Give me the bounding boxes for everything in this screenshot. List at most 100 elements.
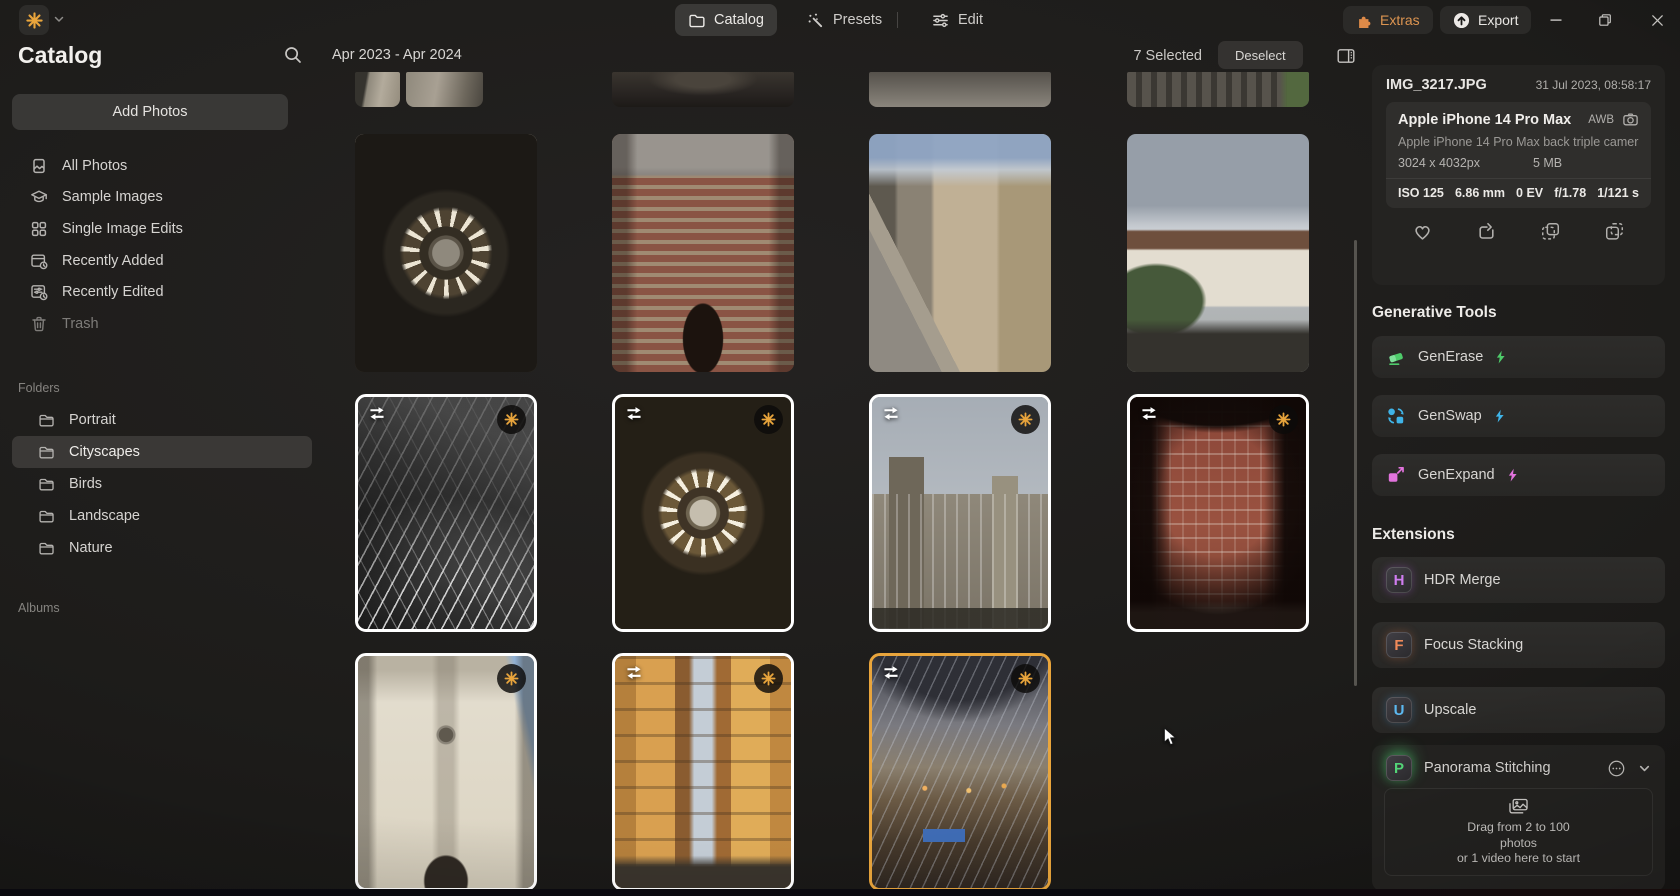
folder-label: Nature (69, 540, 113, 556)
copy-adjustments-icon[interactable] (1540, 221, 1561, 242)
ai-edited-badge-icon (754, 405, 783, 434)
ai-edited-badge-icon (497, 405, 526, 434)
photo-thumbnail[interactable] (869, 72, 1051, 107)
photo-thumbnail[interactable] (1127, 72, 1309, 107)
tab-edit-label: Edit (958, 12, 983, 28)
photo-thumbnail-station-interior-active[interactable] (869, 653, 1051, 891)
tab-edit[interactable]: Edit (919, 4, 996, 36)
tab-catalog[interactable]: Catalog (675, 4, 777, 36)
upscale-button[interactable]: U Upscale (1372, 687, 1665, 733)
photo-thumbnail[interactable] (612, 72, 794, 107)
sidebar-item-trash[interactable]: Trash (12, 308, 308, 340)
folder-item-cityscapes[interactable]: Cityscapes (12, 436, 312, 468)
graduation-cap-icon (30, 188, 48, 206)
panel-toggle-icon[interactable] (1336, 46, 1356, 66)
tab-presets[interactable]: Presets (794, 4, 895, 36)
sync-adjustments-icon[interactable] (1604, 221, 1625, 242)
photo-thumbnail-dome-ceiling[interactable] (355, 134, 537, 372)
ai-edited-badge-icon (1011, 405, 1040, 434)
folder-icon (38, 444, 55, 461)
photo-filename: IMG_3217.JPG (1386, 77, 1487, 93)
search-icon[interactable] (283, 45, 303, 65)
focus-stacking-label: Focus Stacking (1424, 637, 1523, 653)
photos-stack-icon (30, 157, 48, 175)
extras-button[interactable]: Extras (1343, 6, 1433, 34)
folder-icon (38, 412, 55, 429)
favorite-heart-icon[interactable] (1412, 221, 1433, 242)
chevron-down-icon[interactable] (1638, 762, 1651, 775)
sidebar-item-label: Recently Edited (62, 284, 164, 300)
photo-thumbnail-courtyard[interactable] (1127, 394, 1309, 632)
swap-arrows-icon (881, 406, 901, 421)
sidebar-item-recently-added[interactable]: Recently Added (12, 245, 308, 277)
app-logo-button[interactable] (19, 5, 49, 35)
sidebar-item-label: All Photos (62, 158, 127, 174)
close-button[interactable] (1644, 8, 1670, 32)
upscale-label: Upscale (1424, 702, 1476, 718)
swap-arrows-icon (881, 665, 901, 680)
generase-eraser-icon (1386, 347, 1406, 367)
folder-icon (688, 12, 705, 29)
grid-scrollbar[interactable] (1354, 240, 1357, 686)
photo-thumbnail[interactable] (355, 72, 400, 107)
panorama-drop-zone[interactable]: Drag from 2 to 100 photos or 1 video her… (1384, 788, 1653, 876)
restore-window-icon (1598, 13, 1612, 27)
swap-arrows-icon (624, 665, 644, 680)
mouse-cursor (1163, 727, 1178, 746)
minimize-button[interactable] (1543, 8, 1569, 32)
panorama-stitching-card: P Panorama Stitching Drag from 2 to 100 … (1372, 745, 1665, 891)
puzzle-piece-icon (1356, 12, 1372, 28)
extensions-heading: Extensions (1372, 526, 1455, 544)
tab-divider (897, 12, 898, 28)
sidebar-item-label: Recently Added (62, 253, 164, 269)
photo-thumbnail-station-roof-bw[interactable] (355, 394, 537, 632)
folder-item-landscape[interactable]: Landscape (12, 500, 312, 532)
exif-shutter: 1/121 s (1597, 186, 1639, 200)
folder-item-birds[interactable]: Birds (12, 468, 312, 500)
rotate-icon[interactable] (1476, 221, 1497, 242)
photo-thumbnail-cathedral[interactable] (612, 134, 794, 372)
export-button[interactable]: Export (1440, 6, 1531, 34)
bottom-edge-strip (0, 889, 1680, 896)
photo-thumbnail-parliament[interactable] (869, 394, 1051, 632)
deselect-button[interactable]: Deselect (1218, 41, 1303, 69)
genswap-label: GenSwap (1418, 408, 1482, 424)
sidebar-item-all-photos[interactable]: All Photos (12, 150, 308, 182)
sidebar-item-sample-images[interactable]: Sample Images (12, 182, 308, 214)
panorama-label: Panorama Stitching (1424, 760, 1595, 776)
selected-count: 7 Selected (1092, 48, 1202, 64)
photo-thumbnail-street[interactable] (869, 134, 1051, 372)
folder-item-portrait[interactable]: Portrait (12, 404, 312, 436)
folder-item-nature[interactable]: Nature (12, 532, 312, 564)
folder-icon (38, 508, 55, 525)
genswap-button[interactable]: GenSwap (1372, 395, 1665, 437)
drop-zone-line1: Drag from 2 to 100 (1467, 820, 1570, 835)
sliders-icon (932, 12, 949, 29)
photo-thumbnail-church[interactable] (355, 653, 537, 891)
photo-thumbnail-lisbon-street[interactable] (612, 653, 794, 891)
more-options-icon[interactable] (1607, 759, 1626, 778)
lightning-bolt-icon (1495, 350, 1506, 364)
photo-thumbnail[interactable] (406, 72, 483, 107)
sidebar-item-single-image-edits[interactable]: Single Image Edits (12, 213, 308, 245)
folder-icon (38, 476, 55, 493)
photo-thumbnail-dome-gold[interactable] (612, 394, 794, 632)
add-photos-button[interactable]: Add Photos (12, 94, 288, 130)
lightning-bolt-icon (1494, 409, 1505, 423)
sidebar-item-label: Trash (62, 316, 99, 332)
ai-edited-badge-icon (497, 664, 526, 693)
focus-stacking-badge-icon: F (1386, 632, 1412, 658)
close-icon (1651, 14, 1664, 27)
restore-button[interactable] (1592, 8, 1618, 32)
upscale-badge-icon: U (1386, 697, 1412, 723)
generase-label: GenErase (1418, 349, 1483, 365)
photo-thumbnail-cottages[interactable] (1127, 134, 1309, 372)
hdr-merge-button[interactable]: H HDR Merge (1372, 557, 1665, 603)
export-icon (1453, 12, 1470, 29)
genexpand-button[interactable]: GenExpand (1372, 454, 1665, 496)
generase-button[interactable]: GenErase (1372, 336, 1665, 378)
sidebar-item-recently-edited[interactable]: Recently Edited (12, 276, 308, 308)
chevron-down-icon[interactable] (53, 13, 65, 25)
folder-label: Cityscapes (69, 444, 140, 460)
focus-stacking-button[interactable]: F Focus Stacking (1372, 622, 1665, 668)
